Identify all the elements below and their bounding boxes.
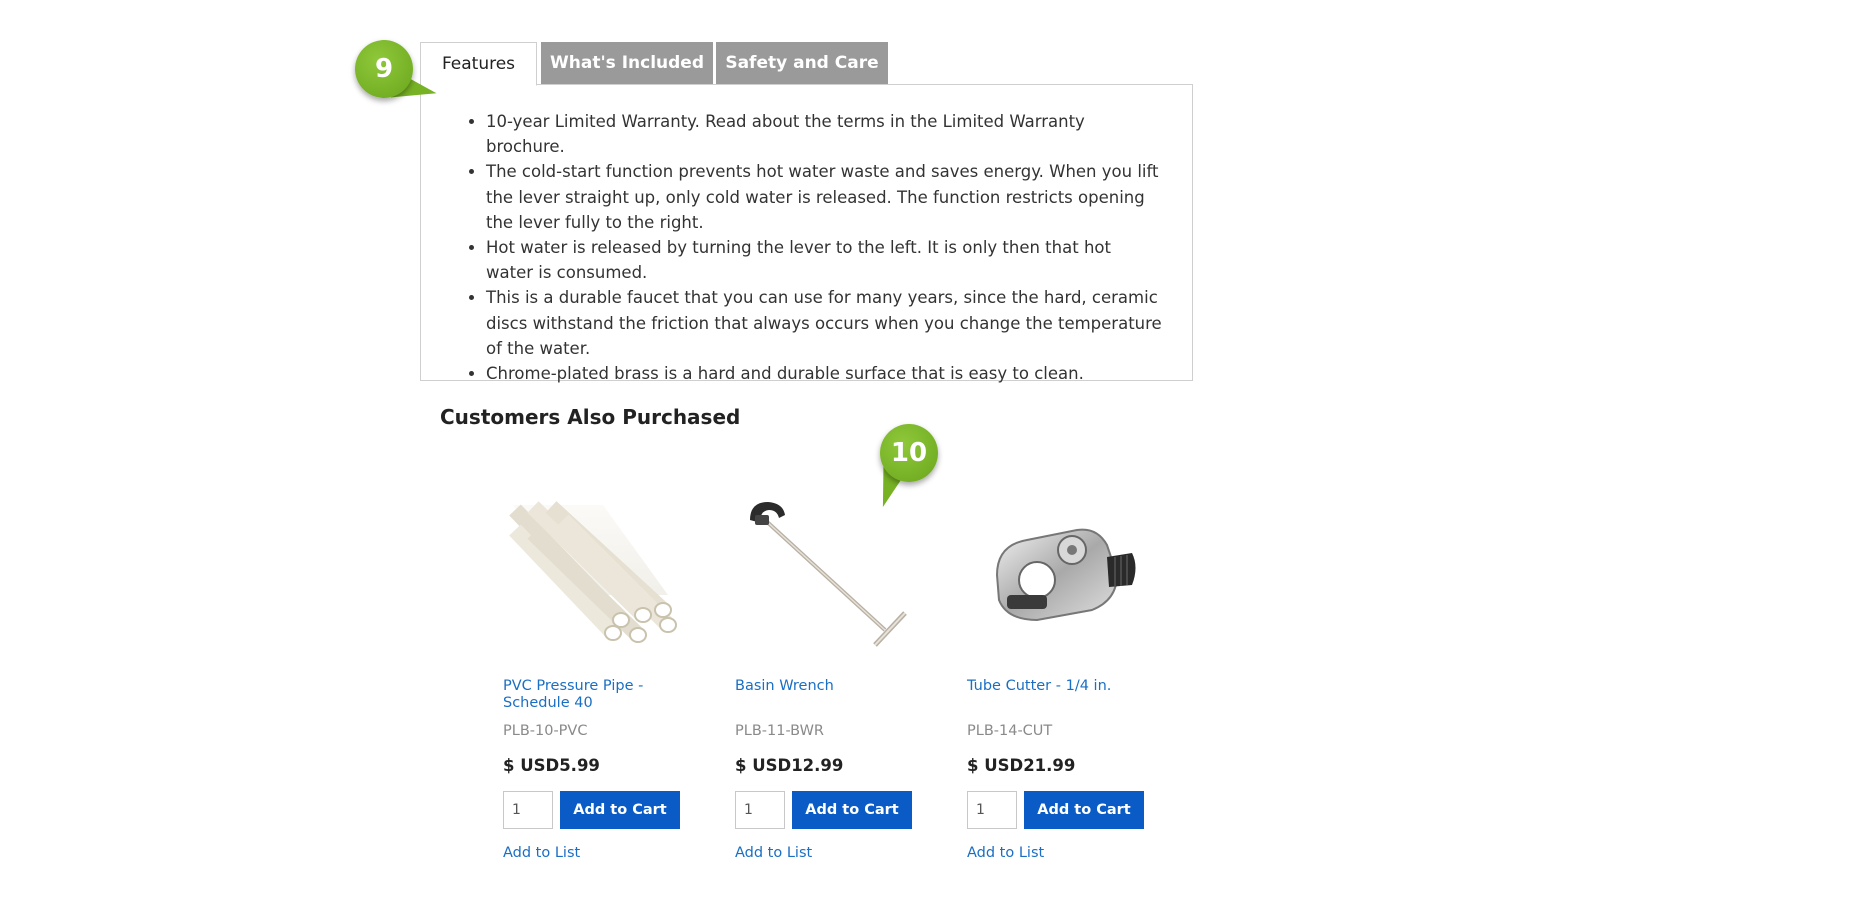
features-panel: 10-year Limited Warranty. Read about the…: [420, 84, 1193, 383]
add-to-cart-button[interactable]: Add to Cart: [560, 791, 680, 829]
product-sku: PLB-14-CUT: [967, 723, 1053, 739]
feature-item: Chrome-plated brass is a hard and durabl…: [486, 361, 1162, 386]
feature-item: This is a durable faucet that you can us…: [486, 285, 1162, 361]
pvc-pipes-icon: [509, 501, 677, 643]
product-price: $ USD5.99: [503, 756, 600, 775]
section-title: Customers Also Purchased: [440, 405, 741, 429]
tube-cutter-icon: [995, 528, 1136, 622]
features-list: 10-year Limited Warranty. Read about the…: [421, 85, 1192, 386]
add-to-cart-button[interactable]: Add to Cart: [1024, 791, 1144, 829]
product-name-link[interactable]: Tube Cutter - 1/4 in.: [967, 678, 1137, 695]
product-price: $ USD12.99: [735, 756, 844, 775]
quantity-input[interactable]: [735, 791, 785, 829]
product-name-link[interactable]: PVC Pressure Pipe - Schedule 40: [503, 678, 673, 712]
quantity-input[interactable]: [967, 791, 1017, 829]
feature-item: The cold-start function prevents hot wat…: [486, 159, 1162, 235]
product-sku: PLB-11-BWR: [735, 723, 825, 739]
add-to-list-link[interactable]: Add to List: [735, 845, 812, 861]
product-name-link[interactable]: Basin Wrench: [735, 678, 905, 695]
basin-wrench-icon: [750, 502, 907, 647]
quantity-input[interactable]: [503, 791, 553, 829]
feature-item: 10-year Limited Warranty. Read about the…: [486, 109, 1162, 159]
tab-features[interactable]: Features: [420, 42, 537, 86]
product-card: PVC Pressure Pipe - Schedule 40 PLB-10-P…: [503, 485, 703, 875]
callout-marker-9: 9: [355, 40, 413, 98]
product-card: Tube Cutter - 1/4 in. PLB-14-CUT $ USD21…: [967, 485, 1167, 875]
callout-marker-10: 10: [880, 424, 938, 482]
feature-item: Hot water is released by turning the lev…: [486, 235, 1162, 285]
product-card: Basin Wrench PLB-11-BWR $ USD12.99 Add t…: [735, 485, 935, 875]
product-sku: PLB-10-PVC: [503, 723, 588, 739]
add-to-cart-button[interactable]: Add to Cart: [792, 791, 912, 829]
product-image[interactable]: [735, 485, 915, 665]
product-image[interactable]: [967, 485, 1147, 665]
tab-safety-and-care[interactable]: Safety and Care: [716, 42, 888, 84]
tab-whats-included[interactable]: What's Included: [541, 42, 713, 84]
add-to-list-link[interactable]: Add to List: [967, 845, 1044, 861]
product-price: $ USD21.99: [967, 756, 1076, 775]
add-to-list-link[interactable]: Add to List: [503, 845, 580, 861]
product-image[interactable]: [503, 485, 683, 665]
